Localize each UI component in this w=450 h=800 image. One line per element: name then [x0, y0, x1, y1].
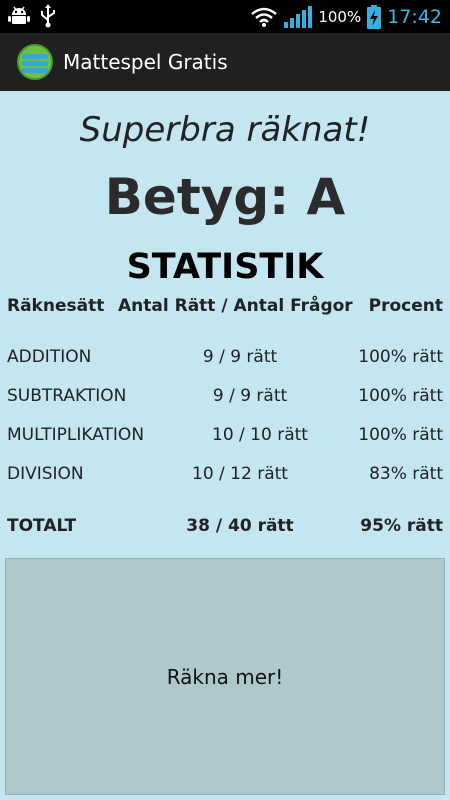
- battery-percent: 100%: [318, 7, 362, 26]
- battery-charging-icon: [367, 4, 382, 29]
- table-row: MULTIPLIKATION 10 / 10 rätt 100% rätt: [0, 425, 450, 449]
- status-bar: 100% 17:42: [0, 0, 450, 33]
- usb-icon: [41, 4, 55, 28]
- table-row: DIVISION 10 / 12 rätt 83% rätt: [0, 464, 450, 488]
- column-header-score: Antal Rätt / Antal Frågor: [118, 296, 353, 316]
- wifi-icon: [251, 7, 278, 27]
- signal-icon: [284, 5, 313, 28]
- statistics-title: STATISTIK: [126, 247, 324, 287]
- table-row: SUBTRAKTION 9 / 9 rätt 100% rätt: [0, 386, 450, 410]
- total-label: TOTALT: [7, 516, 77, 536]
- column-header-operation: Räknesätt: [7, 296, 105, 316]
- column-header-percent: Procent: [368, 296, 443, 316]
- row-operation: SUBTRAKTION: [7, 386, 127, 406]
- row-score: 10 / 12 rätt: [192, 464, 288, 484]
- row-operation: MULTIPLIKATION: [7, 425, 145, 445]
- total-score: 38 / 40 rätt: [186, 516, 294, 536]
- app-title: Mattespel Gratis: [63, 50, 228, 74]
- row-percent: 100% rätt: [358, 425, 443, 445]
- row-score: 9 / 9 rätt: [202, 347, 278, 367]
- clock: 17:42: [387, 5, 442, 28]
- table-row: ADDITION 9 / 9 rätt 100% rätt: [0, 347, 450, 371]
- row-operation: DIVISION: [7, 464, 84, 484]
- row-score: 10 / 10 rätt: [212, 425, 308, 445]
- play-more-button[interactable]: Räkna mer!: [5, 558, 445, 795]
- play-more-button-label: Räkna mer!: [166, 664, 284, 689]
- total-percent: 95% rätt: [360, 516, 443, 536]
- notification-icons: [8, 4, 56, 28]
- table-row-total: TOTALT 38 / 40 rätt 95% rätt: [0, 516, 450, 540]
- row-operation: ADDITION: [7, 347, 92, 367]
- result-message: Superbra räknat!: [79, 110, 371, 150]
- grade-text: Betyg: A: [104, 168, 346, 226]
- row-percent: 100% rätt: [358, 386, 443, 406]
- app-logo-icon[interactable]: [17, 44, 53, 80]
- row-percent: 100% rätt: [358, 347, 443, 367]
- row-percent: 83% rätt: [369, 464, 443, 484]
- android-debug-icon: [8, 6, 30, 24]
- system-indicators: 100% 17:42: [250, 0, 442, 33]
- action-bar: Mattespel Gratis: [0, 33, 450, 91]
- row-score: 9 / 9 rätt: [212, 386, 288, 406]
